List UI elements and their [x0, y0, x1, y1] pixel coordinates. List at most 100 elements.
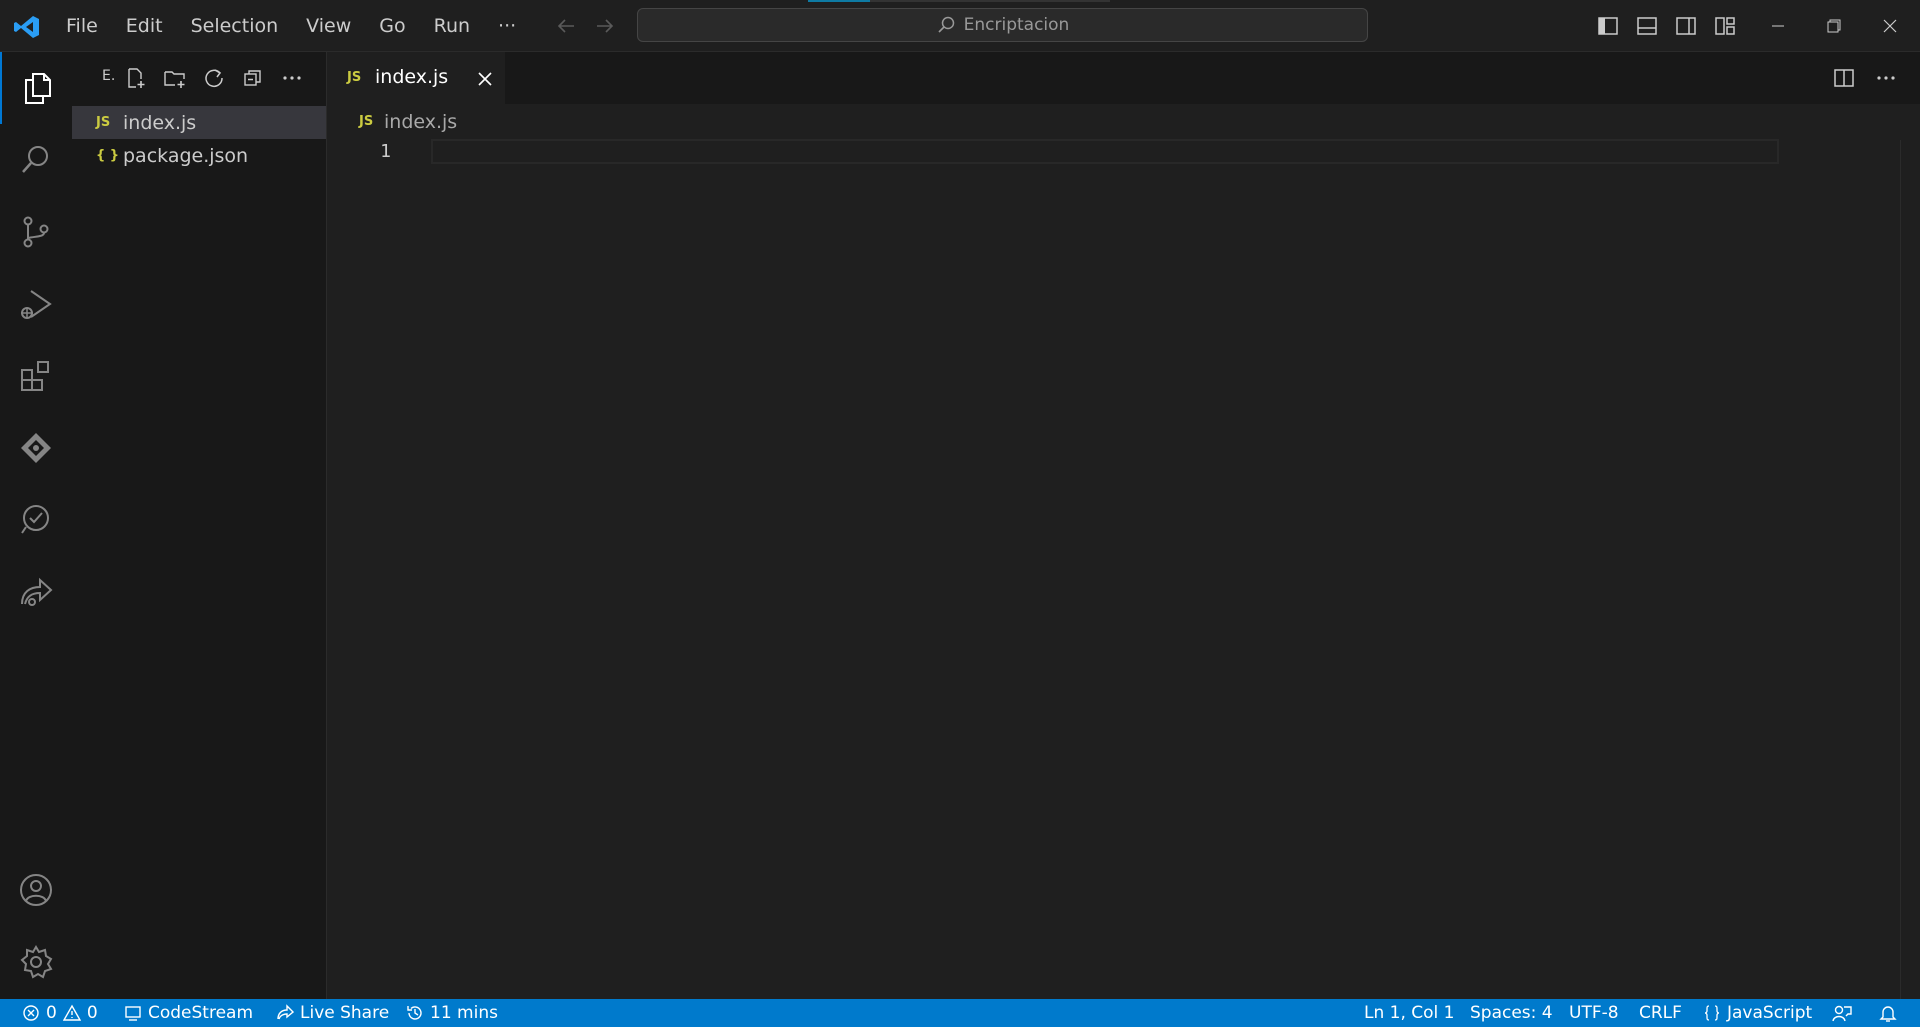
warning-icon: [62, 1004, 81, 1022]
file-item-index-js[interactable]: JS index.js: [72, 106, 326, 139]
refresh-icon[interactable]: [202, 66, 226, 90]
codestream-activity[interactable]: [0, 412, 72, 484]
menu-run[interactable]: Run: [420, 0, 484, 52]
vscode-logo-icon: [13, 13, 41, 41]
error-icon: [22, 1004, 40, 1022]
split-editor-icon[interactable]: [1832, 66, 1856, 90]
account-icon: [18, 872, 54, 908]
accounts-activity[interactable]: [0, 854, 72, 926]
command-center-label: Encriptacion: [963, 15, 1070, 35]
menu-bar: File Edit Selection View Go Run ···: [52, 0, 530, 52]
tab-label: index.js: [375, 66, 449, 88]
explorer-activity[interactable]: [0, 52, 72, 124]
title-strip: [870, 0, 1110, 2]
menu-edit[interactable]: Edit: [112, 0, 177, 52]
layout-controls: [1596, 14, 1737, 38]
code-editor-line[interactable]: [431, 139, 1779, 164]
javascript-file-icon: JS: [347, 70, 362, 85]
codestream-status-icon: [124, 1004, 142, 1022]
history-icon: [406, 1004, 424, 1022]
forward-arrow-icon[interactable]: [593, 14, 617, 38]
new-file-icon[interactable]: [124, 66, 148, 90]
editor-tab-bar: JS index.js: [327, 52, 1920, 104]
braces-icon: [1703, 1004, 1721, 1022]
json-file-icon: { }: [96, 148, 120, 163]
line-number: 1: [380, 141, 391, 162]
close-window-button[interactable]: [1862, 0, 1918, 52]
time-label: 11 mins: [430, 1003, 498, 1023]
codestream-icon: [18, 430, 54, 466]
close-icon[interactable]: [473, 67, 497, 91]
indentation-status[interactable]: Spaces: 4: [1470, 999, 1553, 1027]
more-actions-icon[interactable]: [280, 66, 304, 90]
codestream-label: CodeStream: [148, 1003, 254, 1023]
live-share-status[interactable]: Live Share: [276, 999, 389, 1027]
customize-layout-icon[interactable]: [1713, 14, 1737, 38]
live-share-icon: [276, 1004, 294, 1022]
status-bar: 0 0 CodeStream Live Share 11 mins Ln 1, …: [0, 999, 1920, 1027]
time-tracker-status[interactable]: 11 mins: [406, 999, 498, 1027]
breadcrumb-file[interactable]: index.js: [384, 111, 457, 133]
testing-activity[interactable]: [0, 484, 72, 556]
source-control-icon: [18, 214, 54, 250]
feedback-icon: [1832, 1003, 1852, 1023]
javascript-file-icon: JS: [359, 114, 374, 129]
breadcrumb: JS index.js: [327, 104, 1920, 140]
feedback-status[interactable]: [1832, 999, 1852, 1027]
cursor-position[interactable]: Ln 1, Col 1: [1364, 999, 1455, 1027]
language-mode-status[interactable]: JavaScript: [1703, 999, 1812, 1027]
menu-file[interactable]: File: [52, 0, 112, 52]
error-count: 0: [46, 1003, 57, 1023]
javascript-file-icon: JS: [96, 115, 111, 130]
files-icon: [19, 70, 55, 106]
search-activity[interactable]: [0, 124, 72, 196]
extensions-activity[interactable]: [0, 340, 72, 412]
gear-icon: [18, 944, 54, 980]
title-bar: File Edit Selection View Go Run ··· Encr…: [0, 0, 1920, 52]
run-debug-activity[interactable]: [0, 268, 72, 340]
file-name: package.json: [123, 144, 249, 167]
menu-view[interactable]: View: [292, 0, 365, 52]
toggle-secondary-sidebar-icon[interactable]: [1674, 14, 1698, 38]
restore-button[interactable]: [1806, 0, 1862, 52]
editor-scrollbar[interactable]: [1900, 140, 1901, 999]
codestream-status[interactable]: CodeStream: [124, 999, 253, 1027]
testing-icon: [18, 502, 54, 538]
problems-status[interactable]: 0 0: [22, 999, 98, 1027]
run-debug-icon: [18, 286, 54, 322]
menu-selection[interactable]: Selection: [177, 0, 293, 52]
new-folder-icon[interactable]: [163, 66, 187, 90]
toggle-primary-sidebar-icon[interactable]: [1596, 14, 1620, 38]
menu-more[interactable]: ···: [484, 0, 530, 52]
file-item-package-json[interactable]: { } package.json: [72, 139, 326, 172]
search-icon: [18, 142, 54, 178]
search-icon: [936, 15, 956, 35]
notifications-status[interactable]: [1878, 999, 1898, 1027]
collapse-all-icon[interactable]: [241, 66, 265, 90]
live-share-label: Live Share: [300, 1003, 390, 1023]
toggle-panel-icon[interactable]: [1635, 14, 1659, 38]
tab-index-js[interactable]: JS index.js: [327, 52, 505, 104]
bell-icon: [1878, 1003, 1898, 1023]
manage-activity[interactable]: [0, 926, 72, 998]
language-label: JavaScript: [1727, 1003, 1813, 1023]
explorer-title: E.: [102, 68, 116, 84]
explorer-header: E.: [72, 52, 326, 104]
source-control-activity[interactable]: [0, 196, 72, 268]
minimize-button[interactable]: [1750, 0, 1806, 52]
warning-count: 0: [86, 1003, 98, 1023]
activity-bar: [0, 52, 72, 999]
eol-status[interactable]: CRLF: [1639, 999, 1682, 1027]
live-share-activity[interactable]: [0, 556, 72, 628]
back-arrow-icon[interactable]: [554, 14, 578, 38]
explorer-sidebar: E. JS index.js { } package.json: [72, 52, 327, 999]
more-actions-icon[interactable]: [1874, 66, 1898, 90]
encoding-status[interactable]: UTF-8: [1569, 999, 1619, 1027]
menu-go[interactable]: Go: [365, 0, 419, 52]
live-share-icon: [18, 574, 54, 610]
extensions-icon: [18, 358, 54, 394]
command-center-search[interactable]: Encriptacion: [637, 8, 1368, 42]
explorer-actions: [124, 66, 304, 90]
title-accent-strip: [808, 0, 870, 2]
editor-actions: [1832, 66, 1898, 90]
